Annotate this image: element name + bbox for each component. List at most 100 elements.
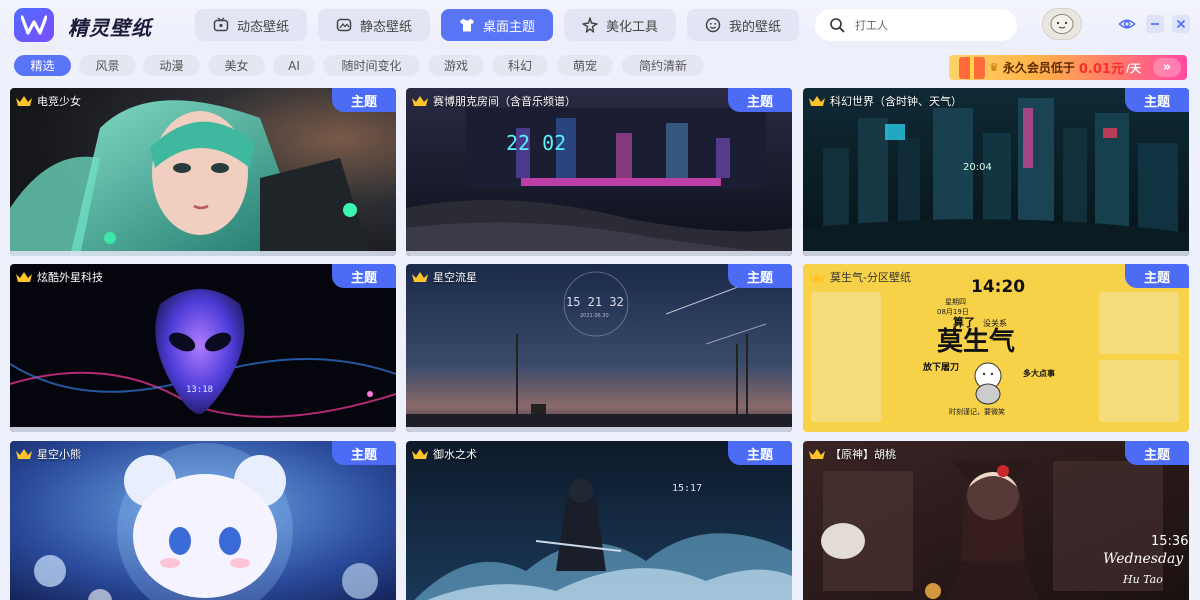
wallpaper-thumbnail: 22 02 [406,88,792,256]
theme-card-scifi-world[interactable]: 20:04 科幻世界（含时钟、天气） 主题 [803,88,1189,256]
crown-icon [412,96,428,106]
sparkle-icon [582,17,598,33]
taskbar-preview [10,427,396,432]
search-box[interactable] [815,9,1017,41]
eye-icon [1118,19,1136,29]
nav-label: 我的壁纸 [728,19,781,35]
card-title: 科幻世界（含时钟、天气） [830,95,962,108]
double-chevron-icon: » [1153,58,1181,77]
crown-icon [809,272,825,282]
theme-badge: 主题 [1125,264,1189,288]
wallpaper-thumbnail [10,441,396,600]
wallpaper-thumbnail [10,88,396,256]
phrase-text: 多大点事 [1023,368,1055,378]
theme-card-water-art[interactable]: 15:17 御水之术 主题 [406,441,792,600]
avatar[interactable] [1042,8,1082,40]
close-button[interactable] [1172,15,1190,33]
date-text: 08月19日 [937,308,969,316]
crown-icon [16,449,32,459]
theme-card-esports-girl[interactable]: 电竞少女 主题 [10,88,396,256]
theme-card-starry-meteor[interactable]: 15 21 32 2021.06.30 星空流星 主题 [406,264,792,432]
theme-badge: 主题 [1125,441,1189,465]
card-title: 御水之术 [433,448,477,461]
skin-button[interactable] [1118,15,1136,33]
crown-icon [412,272,428,282]
nav-my-wallpaper[interactable]: 我的壁纸 [687,9,799,41]
card-title: 莫生气-分区壁纸 [830,271,911,284]
crown-icon [16,96,32,106]
category-featured[interactable]: 精选 [14,55,71,76]
clock-text: 20:04 [963,162,992,173]
category-minimal[interactable]: 简约清新 [622,55,704,76]
wallpaper-thumbnail: 15:17 [406,441,792,600]
name-text: Hu Tao [1122,573,1163,586]
weekday-text: 星期四 [945,298,966,306]
logo-w-icon [21,15,47,35]
theme-card-starry-bear[interactable]: 星空小熊 主题 [10,441,396,600]
card-title: 炫酷外星科技 [37,271,103,284]
category-time-changing[interactable]: 随时间变化 [323,55,420,76]
taskbar-preview [406,251,792,256]
close-icon [1176,19,1186,29]
card-title: 星空小熊 [37,448,81,461]
theme-card-dont-be-angry[interactable]: 14:20 星期四 08月19日 算了 没关系 莫生气 放下屠刀 多大点事 时刻… [803,264,1189,432]
theme-badge: 主题 [332,88,396,112]
phrase-text: 放下屠刀 [922,361,959,373]
nav-label: 动态壁纸 [236,19,289,35]
nav-dynamic-wallpaper[interactable]: 动态壁纸 [195,9,307,41]
taskbar-preview [803,251,1189,256]
vip-promo-banner[interactable]: ♛ 永久会员低于 0.01元 /天 » [949,55,1187,80]
nav-beautify-tools[interactable]: 美化工具 [564,9,676,41]
clock-text: 13:18 [186,385,213,395]
wallpaper-thumbnail: 14:20 星期四 08月19日 算了 没关系 莫生气 放下屠刀 多大点事 时刻… [803,264,1189,432]
wallpaper-thumbnail: 20:04 [803,88,1189,256]
promo-price: 0.01元 [1078,62,1124,77]
theme-badge: 主题 [728,88,792,112]
category-scifi[interactable]: 科幻 [492,55,548,76]
category-games[interactable]: 游戏 [428,55,484,76]
phrase-text: 时刻谨记，要微笑 [949,407,1005,416]
category-beauty[interactable]: 美女 [208,55,265,76]
taskbar-preview [10,251,396,256]
minimize-button[interactable] [1146,15,1164,33]
category-pets[interactable]: 萌宠 [557,55,613,76]
theme-card-genshin-hutao[interactable]: 15:36 Wednesday Hu Tao 【原神】胡桃 主题 [803,441,1189,600]
theme-card-alien-tech[interactable]: 13:18 炫酷外星科技 主题 [10,264,396,432]
search-icon[interactable] [829,17,845,33]
category-scenery[interactable]: 风景 [79,55,136,76]
theme-card-cyberpunk-room[interactable]: 22 02 赛博朋克房间（含音乐频谱） 主题 [406,88,792,256]
wallpaper-thumbnail: 13:18 [10,264,396,432]
category-anime[interactable]: 动漫 [143,55,200,76]
nav-static-wallpaper[interactable]: 静态壁纸 [318,9,430,41]
clock-text: 15:17 [672,483,702,494]
card-title: 电竞少女 [37,95,81,108]
smile-icon [705,17,721,33]
crown-icon: ♛ [989,61,999,74]
nav-label: 美化工具 [605,19,658,35]
app-logo [14,8,54,42]
clock-text: 15:36 [1151,534,1188,549]
avatar-face-icon [1050,14,1074,34]
wallpaper-thumbnail: 15:36 Wednesday Hu Tao [803,441,1189,600]
gift-icon [959,56,985,79]
nav-label: 静态壁纸 [359,19,412,35]
search-input[interactable] [855,18,995,32]
promo-unit: /天 [1125,61,1141,75]
crown-icon [412,449,428,459]
theme-badge: 主题 [332,441,396,465]
tv-icon [213,17,229,32]
theme-badge: 主题 [332,264,396,288]
card-title: 星空流星 [433,271,477,284]
nav-desktop-theme[interactable]: 桌面主题 [441,9,553,41]
crown-icon [809,96,825,106]
crown-icon [809,449,825,459]
card-title: 赛博朋克房间（含音乐频谱） [433,95,576,108]
theme-badge: 主题 [728,441,792,465]
category-ai[interactable]: AI [273,55,315,76]
card-title: 【原神】胡桃 [830,448,896,461]
shirt-icon [459,18,474,32]
theme-badge: 主题 [1125,88,1189,112]
promo-text: 永久会员低于 [1002,61,1075,75]
image-icon [336,18,352,32]
weekday-text: Wednesday [1103,551,1184,567]
